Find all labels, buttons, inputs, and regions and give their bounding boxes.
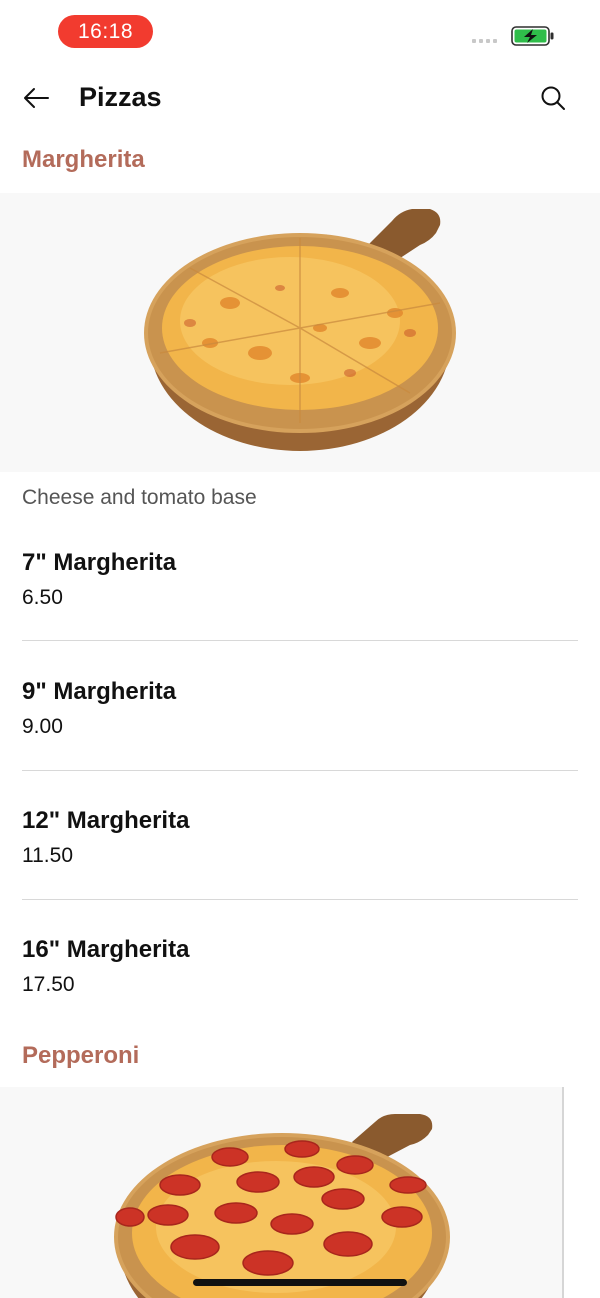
item-price: 6.50 — [22, 586, 63, 609]
screen: 16:18 Pizzas Margherita Cheese and tomat… — [0, 0, 600, 1298]
back-button[interactable] — [16, 80, 56, 116]
section-title-pepperoni: Pepperoni — [22, 1042, 140, 1069]
item-name: 9" Margherita — [22, 678, 177, 705]
page-title: Pizzas — [79, 82, 162, 112]
margherita-image — [0, 193, 600, 472]
home-indicator[interactable] — [193, 1279, 407, 1286]
item-name: 12" Margherita — [22, 807, 190, 834]
search-icon — [541, 86, 565, 110]
item-name: 16" Margherita — [22, 936, 190, 963]
divider — [22, 899, 578, 900]
menu-item[interactable]: 16" Margherita 17.50 — [22, 935, 578, 999]
section-description: Cheese and tomato base — [22, 486, 257, 509]
pepperoni-image — [0, 1087, 562, 1298]
scroll-edge — [562, 1087, 564, 1298]
search-button[interactable] — [533, 78, 573, 118]
section-title-margherita: Margherita — [22, 146, 145, 173]
status-time[interactable]: 16:18 — [58, 15, 153, 48]
menu-item[interactable]: 9" Margherita 9.00 — [22, 677, 578, 741]
arrow-left-icon — [24, 88, 49, 108]
menu-item[interactable]: 12" Margherita 11.50 — [22, 806, 578, 870]
nav-bar: Pizzas — [0, 64, 600, 132]
item-price: 11.50 — [22, 844, 73, 867]
divider — [22, 770, 578, 771]
item-price: 17.50 — [22, 973, 75, 996]
item-price: 9.00 — [22, 715, 63, 738]
status-bar: 16:18 — [0, 0, 600, 64]
divider — [22, 640, 578, 641]
item-name: 7" Margherita — [22, 549, 177, 576]
battery-charging-icon — [511, 26, 554, 46]
signal-icon — [472, 39, 497, 43]
menu-item[interactable]: 7" Margherita 6.50 — [22, 548, 578, 612]
